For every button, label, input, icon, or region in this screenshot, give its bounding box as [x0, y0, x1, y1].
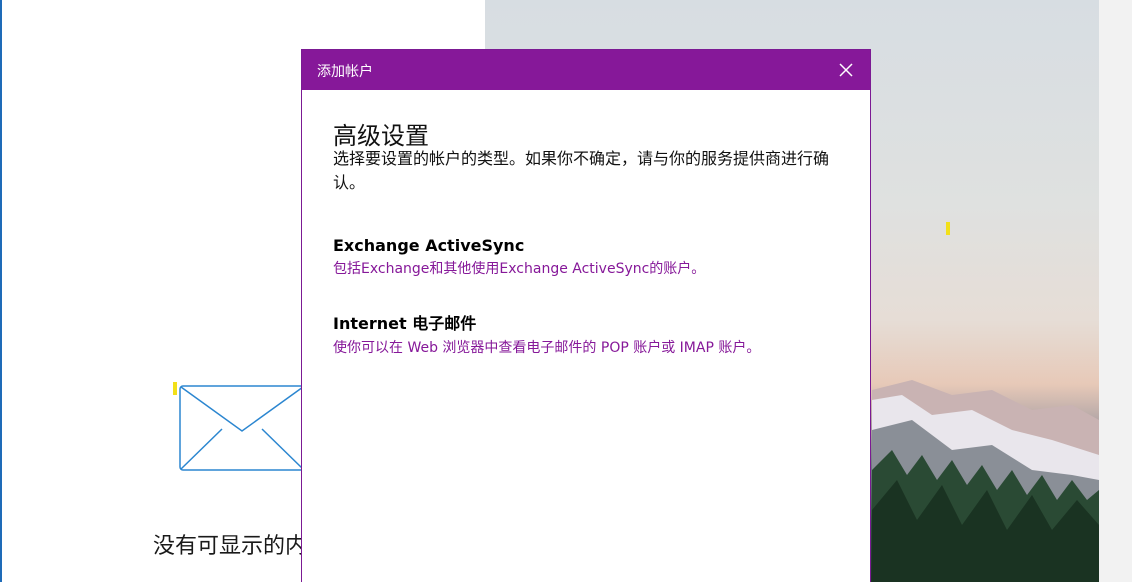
- focus-marker: [946, 222, 950, 235]
- window-right-margin: [1099, 0, 1132, 582]
- option-exchange-activesync[interactable]: Exchange ActiveSync 包括Exchange和其他使用Excha…: [333, 236, 833, 278]
- option-description: 使你可以在 Web 浏览器中查看电子邮件的 POP 账户或 IMAP 账户。: [333, 340, 761, 356]
- add-account-dialog: 添加帐户 高级设置 选择要设置的帐户的类型。如果你不确定，请与你的服务提供商进行…: [301, 49, 871, 582]
- close-button[interactable]: [834, 58, 858, 82]
- app-left-border: [0, 0, 2, 582]
- mountain-scenery: [872, 380, 1099, 582]
- page-description: 选择要设置的帐户的类型。如果你不确定，请与你的服务提供商进行确认。: [333, 149, 830, 192]
- empty-inbox-message: 没有可显示的内: [153, 534, 308, 559]
- option-title: Internet 电子邮件: [333, 314, 477, 333]
- option-internet-email[interactable]: Internet 电子邮件 使你可以在 Web 浏览器中查看电子邮件的 POP …: [333, 310, 833, 357]
- mail-app-window: 没有可显示的内 添加帐户 高级设置 选择要设置的帐户的类型。如果你不确定，请与你…: [0, 0, 1132, 582]
- dialog-title: 添加帐户: [317, 64, 373, 80]
- option-description: 包括Exchange和其他使用Exchange ActiveSync的账户。: [333, 261, 706, 277]
- dialog-titlebar: 添加帐户: [302, 50, 870, 90]
- close-icon: [839, 63, 853, 77]
- focus-marker: [173, 382, 177, 395]
- option-title: Exchange ActiveSync: [333, 236, 525, 255]
- envelope-icon: [179, 385, 305, 471]
- page-title: 高级设置: [333, 122, 429, 150]
